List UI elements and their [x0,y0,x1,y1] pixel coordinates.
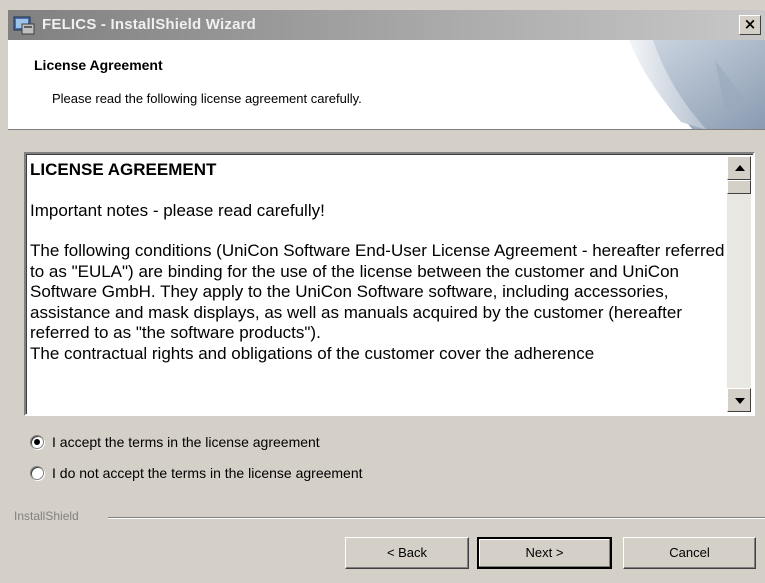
license-heading: LICENSE AGREEMENT [30,160,217,179]
page-title: License Agreement [34,57,163,73]
installshield-brand: InstallShield [14,509,83,523]
accept-terms-option[interactable]: I accept the terms in the license agreem… [30,432,320,452]
page-subtitle: Please read the following license agreem… [52,91,362,106]
installer-window: FELICS - InstallShield Wizard × License … [0,0,765,583]
accept-label[interactable]: I accept the terms in the license agreem… [52,434,320,450]
cancel-button[interactable]: Cancel [623,537,756,569]
back-button[interactable]: < Back [345,537,469,569]
license-cutoff-line: The contractual rights and obligations o… [30,343,595,363]
next-button[interactable]: Next > [477,537,612,569]
license-text-content: LICENSE AGREEMENT Important notes - plea… [30,158,726,410]
scroll-thumb[interactable] [727,180,751,194]
accept-radio[interactable] [30,435,44,449]
decline-radio[interactable] [30,466,44,480]
license-scrollbar[interactable] [727,156,751,412]
footer-divider [108,517,765,519]
scroll-down-button[interactable] [727,388,751,412]
page-curl-graphic-icon [615,40,765,129]
header-banner: License Agreement Please read the follow… [8,40,765,130]
license-body: The following conditions (UniCon Softwar… [30,241,725,342]
license-note: Important notes - please read carefully! [30,200,325,220]
decline-terms-option[interactable]: I do not accept the terms in the license… [30,463,363,483]
decline-label[interactable]: I do not accept the terms in the license… [52,465,363,481]
scroll-up-button[interactable] [727,156,751,180]
title-bar[interactable]: FELICS - InstallShield Wizard × [8,10,765,40]
license-text-box[interactable]: LICENSE AGREEMENT Important notes - plea… [24,152,755,416]
installer-app-icon [13,16,35,35]
arrow-up-icon [735,165,745,171]
close-button[interactable]: × [739,15,761,35]
window-title: FELICS - InstallShield Wizard [42,16,257,33]
arrow-down-icon [735,398,745,404]
